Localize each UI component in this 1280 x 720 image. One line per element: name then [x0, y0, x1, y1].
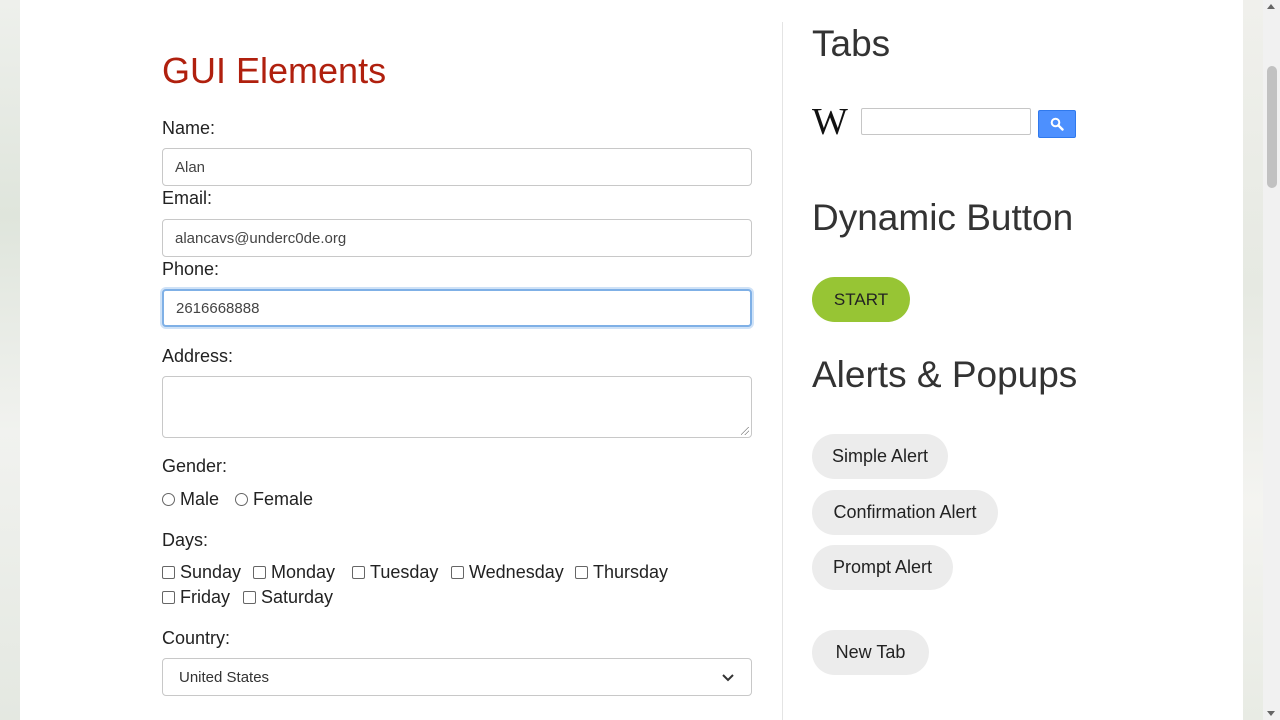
chevron-down-icon	[722, 674, 734, 682]
scroll-down-icon[interactable]	[1267, 711, 1275, 716]
page-content: GUI Elements Name: Email: Phone: Address…	[20, 0, 1243, 720]
country-selected-value: United States	[179, 668, 270, 686]
wednesday-checkbox[interactable]	[451, 566, 464, 579]
day-tuesday-option[interactable]: Tuesday	[352, 562, 438, 583]
tabs-heading: Tabs	[812, 23, 891, 64]
friday-checkbox[interactable]	[162, 591, 175, 604]
page-title: GUI Elements	[162, 50, 387, 91]
sunday-label: Sunday	[180, 562, 242, 582]
sunday-checkbox[interactable]	[162, 566, 175, 579]
country-select[interactable]: United States	[162, 658, 752, 696]
days-label: Days:	[162, 530, 209, 550]
email-input[interactable]	[162, 219, 752, 257]
email-label: Email:	[162, 188, 213, 208]
saturday-checkbox[interactable]	[243, 591, 256, 604]
resize-grip-icon[interactable]	[741, 427, 749, 435]
search-icon	[1050, 117, 1064, 131]
tuesday-checkbox[interactable]	[352, 566, 365, 579]
start-button[interactable]: START	[812, 277, 910, 322]
phone-label: Phone:	[162, 259, 220, 279]
scroll-up-icon[interactable]	[1267, 4, 1275, 9]
thursday-checkbox[interactable]	[575, 566, 588, 579]
address-label: Address:	[162, 346, 234, 366]
name-label: Name:	[162, 118, 216, 138]
prompt-alert-button[interactable]: Prompt Alert	[812, 545, 953, 590]
male-label: Male	[180, 489, 220, 509]
alerts-popups-heading: Alerts & Popups	[812, 354, 1078, 395]
female-radio[interactable]	[235, 493, 248, 506]
thursday-label: Thursday	[593, 562, 669, 582]
day-monday-option[interactable]: Monday	[253, 562, 335, 583]
male-radio[interactable]	[162, 493, 175, 506]
friday-label: Friday	[180, 587, 231, 607]
monday-checkbox[interactable]	[253, 566, 266, 579]
wikipedia-search-button[interactable]	[1038, 110, 1076, 138]
tuesday-label: Tuesday	[370, 562, 439, 582]
gender-male-option[interactable]: Male	[162, 489, 219, 510]
wikipedia-search-input[interactable]	[861, 108, 1031, 135]
gender-female-option[interactable]: Female	[235, 489, 313, 510]
vertical-scrollbar[interactable]	[1263, 0, 1280, 720]
day-wednesday-option[interactable]: Wednesday	[451, 562, 564, 583]
monday-label: Monday	[271, 562, 336, 582]
day-friday-option[interactable]: Friday	[162, 587, 230, 608]
name-input[interactable]	[162, 148, 752, 186]
country-label: Country:	[162, 628, 231, 648]
day-sunday-option[interactable]: Sunday	[162, 562, 241, 583]
day-saturday-option[interactable]: Saturday	[243, 587, 333, 608]
scrollbar-thumb[interactable]	[1267, 66, 1277, 188]
phone-input[interactable]	[162, 289, 752, 327]
simple-alert-button[interactable]: Simple Alert	[812, 434, 948, 479]
female-label: Female	[253, 489, 314, 509]
gender-label: Gender:	[162, 456, 228, 476]
wikipedia-logo: W	[812, 101, 848, 143]
day-thursday-option[interactable]: Thursday	[575, 562, 668, 583]
confirmation-alert-button[interactable]: Confirmation Alert	[812, 490, 998, 535]
address-textarea[interactable]	[162, 376, 752, 438]
saturday-label: Saturday	[261, 587, 334, 607]
column-divider	[782, 22, 783, 720]
new-tab-button[interactable]: New Tab	[812, 630, 929, 675]
wednesday-label: Wednesday	[469, 562, 564, 582]
dynamic-button-heading: Dynamic Button	[812, 197, 1074, 238]
background-left	[0, 0, 20, 720]
background-right	[1243, 0, 1263, 720]
